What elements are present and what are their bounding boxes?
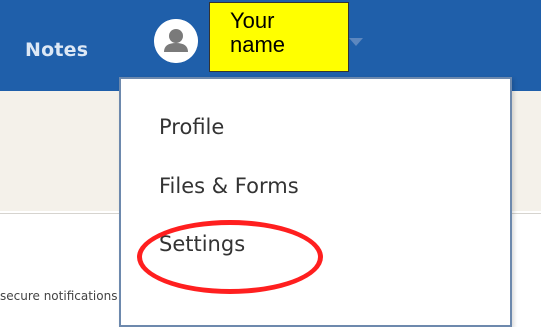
menu-item-files-forms[interactable]: Files & Forms (159, 174, 299, 198)
callout-line-2: name (230, 32, 286, 57)
menu-item-settings[interactable]: Settings (159, 232, 245, 256)
notifications-text: secure notifications (0, 289, 118, 303)
menu-item-profile[interactable]: Profile (159, 115, 224, 139)
your-name-callout: Your name (209, 2, 349, 72)
user-avatar-icon[interactable] (154, 19, 198, 63)
user-dropdown-menu: Profile Files & Forms Settings (119, 77, 512, 327)
nav-link-notes[interactable]: Notes (25, 39, 88, 61)
callout-line-1: Your (230, 8, 275, 33)
caret-down-icon[interactable] (349, 38, 363, 46)
